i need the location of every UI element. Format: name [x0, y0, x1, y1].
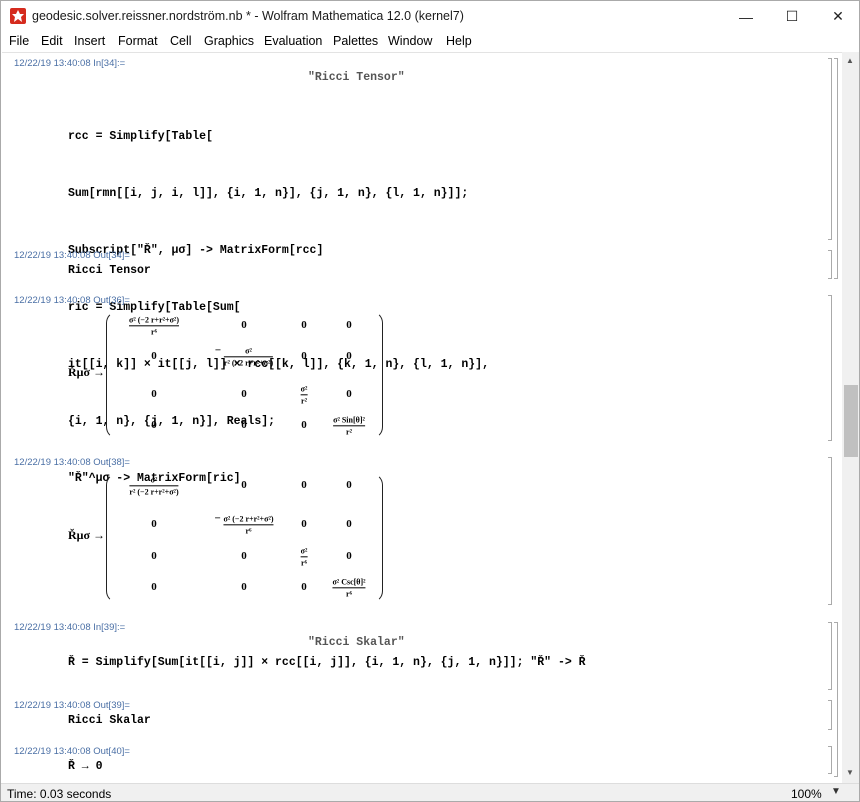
- menu-edit[interactable]: Edit: [41, 34, 63, 48]
- menu-help[interactable]: Help: [446, 34, 472, 48]
- cell-bracket[interactable]: [828, 700, 832, 730]
- matrix-entry: 0: [151, 550, 157, 562]
- matrix-entry: 0: [301, 350, 307, 362]
- window-title: geodesic.solver.reissner.nordström.nb * …: [32, 9, 464, 23]
- matrix-entry: 0: [346, 479, 352, 491]
- matrix-label: Řμσ →: [68, 365, 105, 379]
- matrix-entry: σ² (−2 r+r²+σ²) r⁶: [128, 315, 180, 337]
- matrix-entry: 0: [151, 581, 157, 593]
- matrix-entry: 0: [301, 319, 307, 331]
- output-text: Ř → 0: [68, 760, 103, 773]
- matrix-entry: 0: [301, 581, 307, 593]
- matrix-entry: 0: [241, 479, 247, 491]
- code-line: {i, 1, n}, {j, 1, n}], Reals];: [68, 415, 276, 428]
- matrix-entry: − σ² (−2 r+r²+σ²) r⁶: [214, 512, 274, 536]
- string-literal: "Ricci Tensor": [308, 71, 405, 84]
- matrix-entry: 0: [151, 419, 157, 431]
- status-bar: Time: 0.03 seconds 100% ▼: [1, 783, 859, 801]
- menu-cell[interactable]: Cell: [170, 34, 192, 48]
- cell-label: 12/22/19 13:40:08 Out[36]=: [14, 295, 130, 306]
- zoom-dropdown-icon[interactable]: ▼: [831, 786, 841, 797]
- cell-label: 12/22/19 13:40:08 Out[34]=: [14, 250, 130, 261]
- cell-bracket[interactable]: [828, 250, 832, 279]
- mathematica-logo-icon: [10, 8, 26, 24]
- matrix-entry: 0: [241, 581, 247, 593]
- matrix-entry: 0: [241, 550, 247, 562]
- matrix-entry: σ² r⁶: [300, 546, 308, 568]
- cell-bracket[interactable]: [828, 457, 832, 605]
- matrix-left-paren: [106, 311, 118, 439]
- menu-window[interactable]: Window: [388, 34, 432, 48]
- code-line: rcc = Simplify[Table[: [68, 130, 213, 143]
- cell-label: 12/22/19 13:40:08 Out[38]=: [14, 457, 130, 468]
- matrix-entry: 0: [346, 388, 352, 400]
- matrix-entry: 0: [301, 419, 307, 431]
- menu-palettes[interactable]: Palettes: [333, 34, 378, 48]
- cell-label: 12/22/19 13:40:08 Out[39]=: [14, 700, 130, 711]
- code-line: it[[i, k]] × it[[j, l]] × rcc[[k, l]], {…: [68, 358, 489, 371]
- maximize-button[interactable]: ☐: [769, 1, 815, 32]
- vertical-scrollbar[interactable]: ▲ ▼: [842, 52, 859, 783]
- cell-bracket[interactable]: [828, 295, 832, 441]
- matrix-entry: 0: [241, 419, 247, 431]
- matrix-entry: 0: [301, 479, 307, 491]
- matrix-entry: 0: [346, 319, 352, 331]
- cell-bracket[interactable]: [828, 622, 832, 690]
- menu-insert[interactable]: Insert: [74, 34, 105, 48]
- cell-label: 12/22/19 13:40:08 In[39]:=: [14, 622, 126, 633]
- matrix-entry: 0: [346, 518, 352, 530]
- input-code[interactable]: rcc = Simplify[Table[ Sum[rmn[[i, j, i, …: [68, 89, 489, 526]
- cell-label: 12/22/19 13:40:08 Out[40]=: [14, 746, 130, 757]
- input-code[interactable]: Ř = Simplify[Sum[it[[i, j]] × rcc[[i, j]…: [68, 653, 586, 672]
- cell-label: 12/22/19 13:40:08 In[34]:=: [14, 58, 126, 69]
- matrix-right-paren: [371, 473, 383, 603]
- cell-bracket[interactable]: [828, 746, 832, 774]
- matrix-entry: 0: [301, 518, 307, 530]
- zoom-level[interactable]: 100%: [791, 787, 822, 801]
- matrix-entry: 0: [241, 319, 247, 331]
- matrix-entry: 0: [151, 388, 157, 400]
- matrix-entry: 0: [346, 350, 352, 362]
- menu-format[interactable]: Format: [118, 34, 158, 48]
- output-text: Ricci Tensor: [68, 264, 151, 277]
- matrix-entry: σ² Csc[θ]² r⁶: [332, 577, 366, 599]
- menu-graphics[interactable]: Graphics: [204, 34, 254, 48]
- minimize-button[interactable]: —: [723, 1, 769, 32]
- matrix-entry: σ² r² (−2 r+r²+σ²): [129, 475, 179, 497]
- matrix-entry: 0: [241, 388, 247, 400]
- matrix-entry: 0: [151, 518, 157, 530]
- code-line: Sum[rmn[[i, j, i, l]], {i, 1, n}], {j, 1…: [68, 187, 469, 200]
- title-bar[interactable]: geodesic.solver.reissner.nordström.nb * …: [1, 1, 859, 32]
- mathematica-window: geodesic.solver.reissner.nordström.nb * …: [0, 0, 860, 802]
- matrix-entry: − σ² r² (−2 r+r²+σ²): [214, 344, 274, 368]
- matrix-entry: σ² Sin[θ]² r²: [333, 415, 365, 437]
- matrix-left-paren: [106, 473, 118, 603]
- menu-file[interactable]: File: [9, 34, 29, 48]
- scroll-down-icon[interactable]: ▼: [846, 768, 854, 777]
- cell-bracket[interactable]: [828, 58, 832, 240]
- matrix-entry: σ² r²: [300, 384, 308, 406]
- cell-group-bracket[interactable]: [834, 58, 838, 279]
- close-button[interactable]: ✕: [815, 1, 859, 32]
- status-text: Time: 0.03 seconds: [7, 787, 112, 801]
- string-literal: "Ricci Skalar": [308, 636, 405, 649]
- matrix-right-paren: [371, 311, 383, 439]
- notebook-content[interactable]: 12/22/19 13:40:08 In[34]:= "Ricci Tensor…: [2, 52, 842, 782]
- output-text: Ricci Skalar: [68, 714, 151, 727]
- menu-bar: File Edit Insert Format Cell Graphics Ev…: [1, 32, 859, 52]
- scroll-up-icon[interactable]: ▲: [846, 56, 854, 65]
- matrix-entry: 0: [346, 550, 352, 562]
- cell-group-bracket[interactable]: [834, 622, 838, 777]
- code-line: Subscript["Ř", μσ] -> MatrixForm[rcc]: [68, 244, 324, 257]
- matrix-entry: 0: [151, 350, 157, 362]
- scrollbar-thumb[interactable]: [844, 385, 858, 457]
- menu-evaluation[interactable]: Evaluation: [264, 34, 322, 48]
- matrix-label: Řμσ →: [68, 528, 105, 542]
